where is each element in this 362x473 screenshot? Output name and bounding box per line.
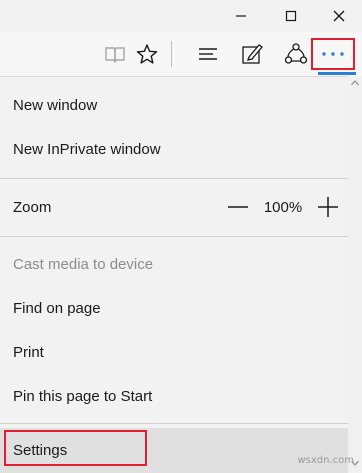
plus-icon (318, 197, 338, 217)
minus-icon (228, 206, 248, 208)
menu-divider (0, 423, 348, 424)
menu-item-label: Print (13, 343, 44, 361)
share-icon (284, 43, 308, 64)
more-actions-button[interactable] (311, 38, 355, 70)
menu-item-cast-media: Cast media to device (0, 242, 348, 286)
title-bar (0, 0, 362, 32)
menu-item-label: New window (13, 96, 98, 114)
more-actions-menu: New window New InPrivate window Zoom 100… (0, 76, 348, 473)
menu-item-label: Find on page (13, 299, 101, 317)
menu-item-zoom: Zoom 100% (0, 185, 348, 229)
more-actions-icon (322, 52, 344, 56)
minimize-button[interactable] (218, 0, 264, 32)
menu-item-new-window[interactable]: New window (0, 83, 348, 127)
web-note-icon (242, 44, 263, 64)
reading-view-icon (105, 47, 125, 63)
menu-item-new-inprivate-window[interactable]: New InPrivate window (0, 127, 348, 171)
zoom-in-button[interactable] (316, 195, 340, 219)
favorites-star-icon (136, 44, 158, 64)
close-button[interactable] (316, 0, 362, 32)
scroll-up-arrow-icon[interactable] (351, 80, 359, 86)
menu-item-pin-to-start[interactable]: Pin this page to Start (0, 374, 348, 418)
more-actions-active-indicator (318, 72, 356, 75)
menu-item-find-on-page[interactable]: Find on page (0, 286, 348, 330)
web-note-button[interactable] (232, 32, 272, 76)
favorites-button[interactable] (127, 32, 167, 76)
share-button[interactable] (276, 32, 316, 76)
zoom-controls: 100% (226, 185, 340, 229)
toolbar-divider (171, 41, 172, 67)
menu-divider (0, 178, 348, 179)
minimize-icon (236, 15, 246, 17)
maximize-button[interactable] (268, 0, 314, 32)
menu-scrollbar[interactable] (348, 76, 362, 472)
menu-item-label: New InPrivate window (13, 140, 161, 158)
zoom-label: Zoom (13, 198, 52, 216)
settings-highlight-box (4, 430, 147, 466)
zoom-value: 100% (263, 198, 303, 216)
maximize-icon (285, 10, 297, 22)
zoom-out-button[interactable] (226, 195, 250, 219)
menu-item-label: Cast media to device (13, 255, 154, 273)
close-icon (333, 10, 345, 22)
hub-icon (199, 48, 217, 60)
menu-item-label: Pin this page to Start (13, 387, 153, 405)
watermark: wsxdn.com (297, 455, 354, 466)
menu-item-print[interactable]: Print (0, 330, 348, 374)
hub-button[interactable] (188, 32, 228, 76)
browser-toolbar (0, 32, 362, 76)
menu-divider (0, 236, 348, 237)
